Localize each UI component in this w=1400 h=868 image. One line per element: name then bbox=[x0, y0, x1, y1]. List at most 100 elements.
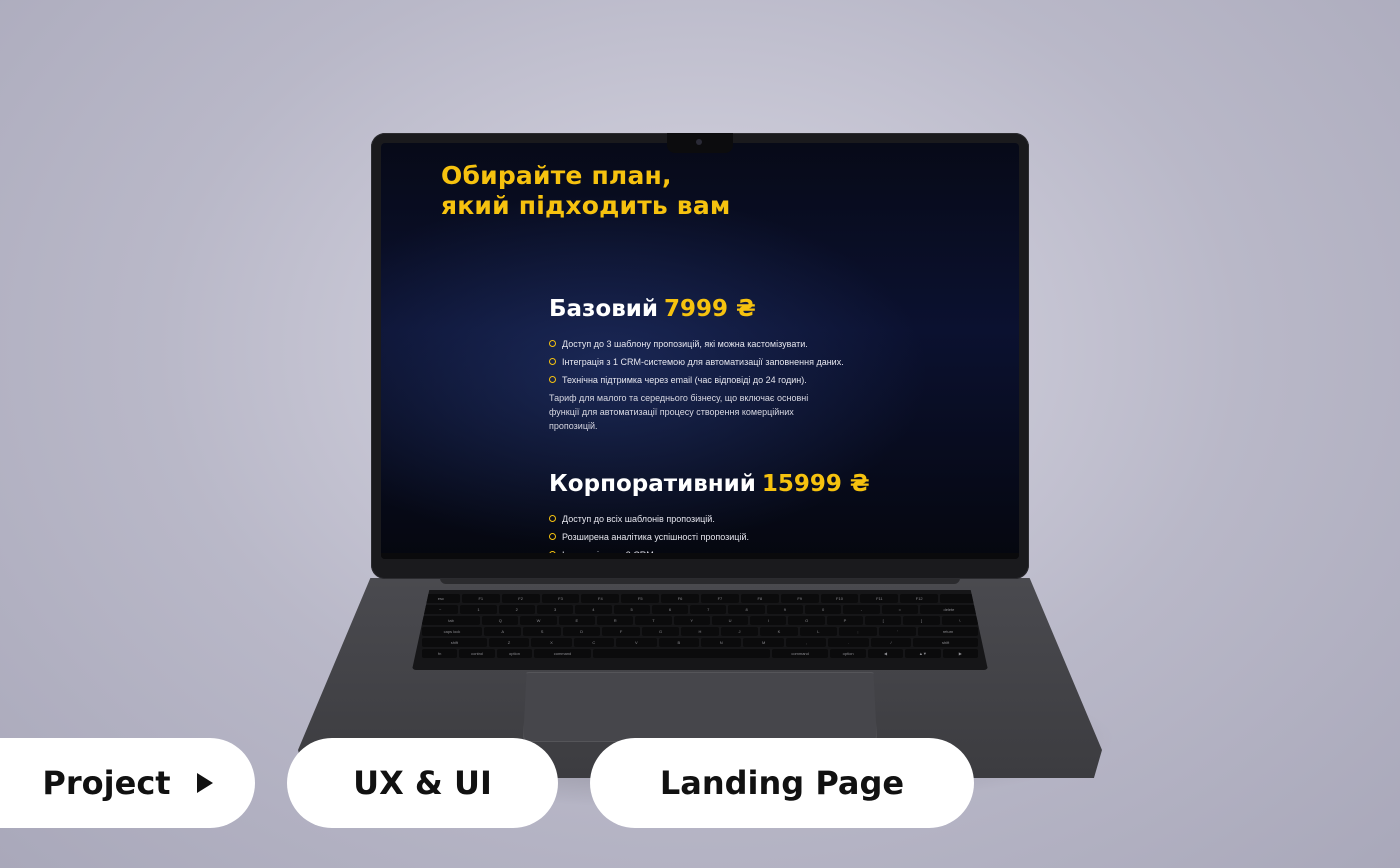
laptop-lid: Обирайте план, який підходить вам Базови… bbox=[371, 133, 1029, 579]
keyboard-key: F2 bbox=[501, 594, 540, 603]
keyboard-key: K bbox=[760, 627, 798, 636]
keyboard-key: option bbox=[496, 649, 533, 658]
keyboard-key: 8 bbox=[728, 605, 765, 614]
keyboard-key: O bbox=[788, 616, 825, 625]
keyboard-key: shift bbox=[913, 638, 978, 647]
list-item: Технічна підтримка через email (час відп… bbox=[549, 371, 889, 389]
keyboard-key: [ bbox=[865, 616, 902, 625]
keyboard-key: = bbox=[881, 605, 918, 614]
keyboard-key: caps lock bbox=[421, 627, 482, 636]
keyboard-key: 1 bbox=[460, 605, 497, 614]
keyboard-key: 2 bbox=[498, 605, 535, 614]
keyboard-key: command bbox=[771, 649, 829, 658]
plan-basic-features: Доступ до 3 шаблону пропозицій, які можн… bbox=[549, 335, 889, 389]
keyboard-row-numbers: ~1 2 3 4 5 6 7 8 9 0- = delete bbox=[422, 605, 978, 614]
keyboard-key: shift bbox=[422, 638, 487, 647]
keyboard-key: ] bbox=[903, 616, 940, 625]
keyboard-key: S bbox=[523, 627, 561, 636]
keyboard-key: 4 bbox=[575, 605, 612, 614]
play-icon bbox=[196, 773, 213, 793]
keyboard-key: M bbox=[743, 638, 784, 647]
keyboard-key: ▶ bbox=[942, 649, 978, 658]
keyboard-row-shift: shift Z X C V B N M,. / shift bbox=[422, 638, 978, 647]
keyboard-key: B bbox=[658, 638, 699, 647]
keyboard-key: I bbox=[750, 616, 787, 625]
tag-project-label: Project bbox=[42, 764, 171, 802]
keyboard-key: E bbox=[558, 616, 595, 625]
bullet-circle-icon bbox=[549, 533, 556, 540]
keyboard-key: C bbox=[573, 638, 615, 647]
keyboard-key: tab bbox=[422, 616, 481, 625]
keyboard-key: 0 bbox=[805, 605, 842, 614]
keyboard-key: F3 bbox=[541, 594, 580, 603]
keyboard-key: F7 bbox=[701, 594, 739, 603]
keyboard-key: F11 bbox=[860, 594, 899, 603]
keyboard-key: ▲▼ bbox=[905, 649, 941, 658]
keyboard-key: N bbox=[701, 638, 742, 647]
camera-notch bbox=[667, 133, 733, 153]
keyboard-key: 6 bbox=[651, 605, 689, 614]
plan-basic-price: 7999 ₴ bbox=[664, 296, 756, 322]
plan-basic: Базовий 7999 ₴ Доступ до 3 шаблону пропоз… bbox=[549, 295, 889, 433]
keyboard-key: F1 bbox=[461, 594, 500, 603]
bullet-circle-icon bbox=[549, 358, 556, 365]
keyboard-key: V bbox=[616, 638, 657, 647]
bullet-circle-icon bbox=[549, 340, 556, 347]
keyboard-key: F5 bbox=[621, 594, 660, 603]
keyboard-key: 3 bbox=[536, 605, 574, 614]
keyboard-key: return bbox=[918, 627, 979, 636]
tag-landing-page[interactable]: Landing Page bbox=[590, 738, 974, 828]
keyboard-key: W bbox=[520, 616, 557, 625]
plan-basic-description: Тариф для малого та середнього бізнесу, … bbox=[549, 393, 809, 431]
keyboard-key: U bbox=[711, 616, 749, 625]
camera-icon bbox=[696, 139, 702, 145]
keyboard-key: F bbox=[602, 627, 640, 636]
keyboard-key: command bbox=[534, 649, 591, 658]
keyboard-key: X bbox=[531, 638, 572, 647]
tag-ux-ui[interactable]: UX & UI bbox=[287, 738, 558, 828]
list-item: Інтеграція з 1 CRM-системою для автомати… bbox=[549, 353, 889, 371]
keyboard-key: L bbox=[799, 627, 838, 636]
plan-basic-name: Базовий bbox=[549, 296, 659, 322]
tag-landing-page-label: Landing Page bbox=[659, 764, 905, 802]
keyboard-key: . bbox=[828, 638, 869, 647]
keyboard-key: F9 bbox=[780, 594, 819, 603]
plan-corporate-price: 15999 ₴ bbox=[761, 471, 870, 497]
keyboard-key: F8 bbox=[740, 594, 779, 603]
keyboard-key: ' bbox=[878, 627, 917, 636]
list-item: Доступ до 3 шаблону пропозицій, які можн… bbox=[549, 335, 889, 353]
keyboard-key: F4 bbox=[581, 594, 620, 603]
keyboard-key: T bbox=[635, 616, 672, 625]
keyboard-key: F6 bbox=[661, 594, 699, 603]
keyboard-key: G bbox=[641, 627, 680, 636]
keyboard-key: ; bbox=[839, 627, 877, 636]
keyboard-key: Q bbox=[482, 616, 519, 625]
keyboard-key: delete bbox=[919, 605, 978, 614]
keyboard-key: A bbox=[483, 627, 522, 636]
plan-corporate-name: Корпоративний bbox=[549, 471, 756, 497]
keyboard-key: - bbox=[843, 605, 880, 614]
keyboard-key: D bbox=[562, 627, 601, 636]
laptop-keyboard: esc F1 F2 F3 F4 F5 F6 F7 F8 F9 F10 F11 F12 ~1 2 3 4 5 6 7 8… bbox=[412, 590, 988, 670]
laptop-screen: Обирайте план, який підходить вам Базови… bbox=[381, 143, 1019, 559]
pricing-headline: Обирайте план, який підходить вам bbox=[441, 161, 731, 221]
keyboard-row-bottom: fn control option command command option ◀ ▲▼ ▶ bbox=[422, 649, 978, 658]
list-item: Доступ до всіх шаблонів пропозицій. bbox=[549, 510, 889, 528]
keyboard-key: J bbox=[720, 627, 759, 636]
keyboard-key: ~ bbox=[422, 605, 459, 614]
keyboard-key: P bbox=[826, 616, 864, 625]
keyboard-key: F12 bbox=[900, 594, 939, 603]
keyboard-key: 9 bbox=[766, 605, 803, 614]
plan-corporate-title: Корпоративний 15999 ₴ bbox=[549, 470, 889, 498]
tag-project[interactable]: Project bbox=[0, 738, 255, 828]
keyboard-key: fn bbox=[422, 649, 458, 658]
plan-corporate: Корпоративний 15999 ₴ Доступ до всіх шабл… bbox=[549, 470, 889, 559]
tag-ux-ui-label: UX & UI bbox=[353, 764, 492, 802]
headline-line-1: Обирайте план, bbox=[441, 161, 672, 190]
screen-bezel-bottom bbox=[381, 553, 1019, 559]
keyboard-key: 5 bbox=[613, 605, 650, 614]
bullet-circle-icon bbox=[549, 515, 556, 522]
keyboard-key: F10 bbox=[820, 594, 859, 603]
keyboard-key: Z bbox=[488, 638, 530, 647]
keyboard-key: , bbox=[785, 638, 827, 647]
